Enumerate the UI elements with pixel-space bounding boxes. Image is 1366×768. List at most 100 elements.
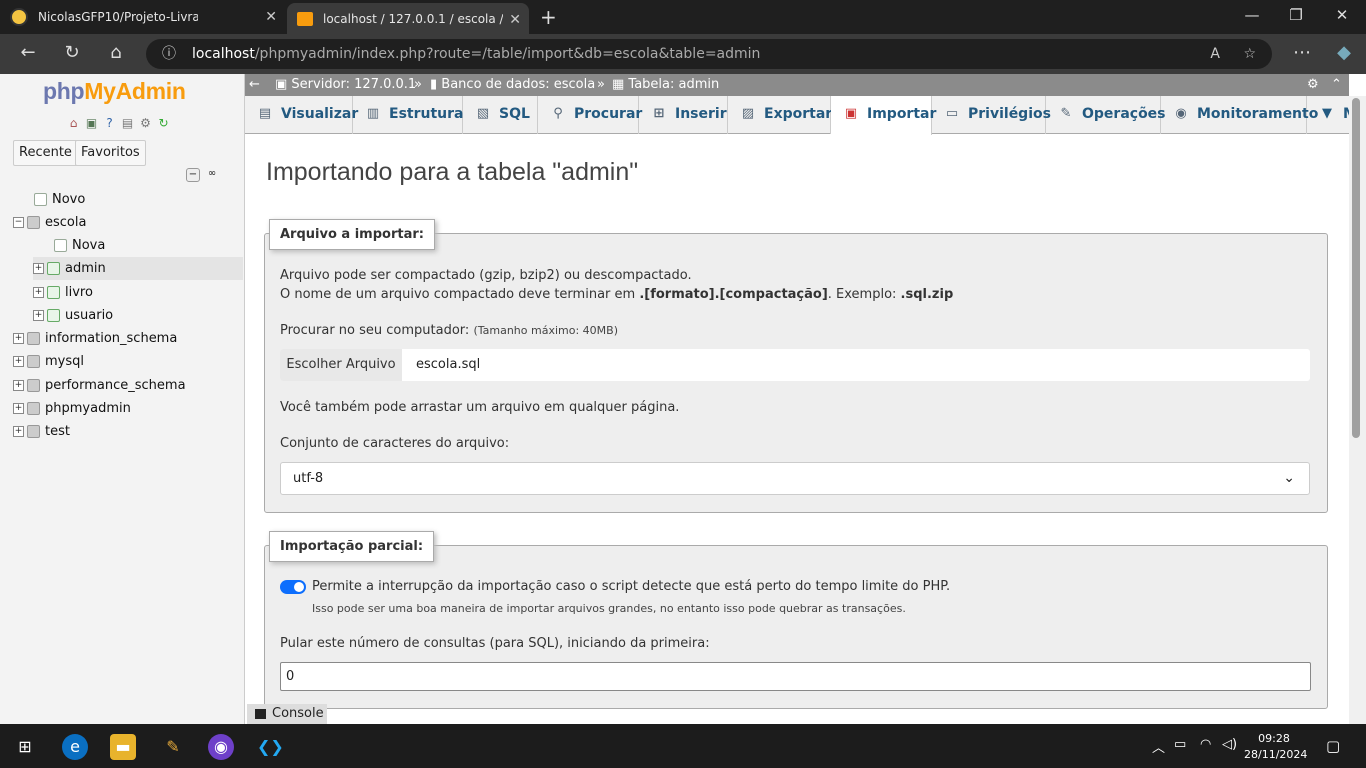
site-info-icon[interactable]: ⓘ <box>162 39 176 69</box>
volume-icon[interactable]: ◁) <box>1222 737 1237 752</box>
database-icon <box>27 355 40 368</box>
more-menu-icon[interactable]: ⋯ <box>1288 42 1316 63</box>
favorite-star-icon[interactable]: ☆ <box>1243 39 1256 69</box>
tab-export[interactable]: ▨ Exportar <box>728 96 832 134</box>
table-icon <box>47 286 60 299</box>
recent-button[interactable]: Recente <box>13 140 78 166</box>
tree-item-usuario[interactable]: + usuario <box>33 304 113 327</box>
tree-item-phpmyadmin[interactable]: + phpmyadmin <box>13 397 131 420</box>
charset-label: Conjunto de caracteres do arquivo: <box>280 436 510 451</box>
docs-icon[interactable]: ▤ <box>120 116 135 130</box>
database-icon <box>27 402 40 415</box>
windows-start-icon[interactable]: ⊞ <box>12 734 38 760</box>
tree-item-new[interactable]: Novo <box>34 188 85 211</box>
browser-tab-github[interactable]: NicolasGFP10/Projeto-Livraria-E-A ✕ <box>0 0 285 34</box>
close-window-icon[interactable]: ✕ <box>1322 6 1362 24</box>
browser-tab-phpmyadmin[interactable]: localhost / 127.0.0.1 / escola / adm ✕ <box>287 3 529 34</box>
expand-icon[interactable]: + <box>33 310 44 321</box>
expand-icon[interactable]: + <box>13 333 24 344</box>
allow-interrupt-toggle[interactable] <box>280 580 306 594</box>
tree-item-escola[interactable]: − escola <box>13 211 86 234</box>
collapse-top-icon[interactable]: ⌃ <box>1331 74 1342 96</box>
minimize-icon[interactable]: — <box>1232 6 1272 24</box>
tree-item-livro[interactable]: + livro <box>33 281 93 304</box>
tree-item-information-schema[interactable]: + information_schema <box>13 327 177 350</box>
file-explorer-icon[interactable]: ▬ <box>110 734 136 760</box>
expand-icon[interactable]: + <box>33 287 44 298</box>
battery-icon[interactable]: ▭ <box>1174 737 1186 752</box>
wifi-icon[interactable]: ◠ <box>1200 737 1211 752</box>
taskbar-clock[interactable]: 09:28 28/11/2024 <box>1244 731 1307 763</box>
expand-icon[interactable]: + <box>13 403 24 414</box>
notifications-icon[interactable]: ▢ <box>1326 737 1340 755</box>
new-tab-icon[interactable]: + <box>530 0 560 34</box>
choose-file-button[interactable]: Escolher Arquivo <box>280 349 402 381</box>
expand-icon[interactable]: + <box>13 380 24 391</box>
skip-queries-label: Pular este número de consultas (para SQL… <box>280 636 710 651</box>
tab-privileges[interactable]: ▭ Privilégios <box>932 96 1051 134</box>
home-icon[interactable]: ⌂ <box>66 116 81 130</box>
vscode-icon[interactable]: ❮❯ <box>257 734 284 760</box>
show-hidden-icons[interactable]: ︿ <box>1152 737 1165 756</box>
console-icon <box>255 708 266 719</box>
favorites-button[interactable]: Favoritos <box>75 140 146 166</box>
settings-icon[interactable]: ⚙ <box>1307 74 1319 96</box>
read-aloud-icon[interactable]: A <box>1210 39 1220 69</box>
logout-icon[interactable]: ▣ <box>84 116 99 130</box>
tab-tracking[interactable]: ◉ Monitoramento <box>1161 96 1318 134</box>
refresh-icon[interactable]: ↻ <box>156 116 171 130</box>
edge-icon[interactable]: e <box>62 734 88 760</box>
skip-queries-input[interactable]: 0 <box>280 662 1311 691</box>
collapse-icon[interactable]: − <box>13 217 24 228</box>
browse-label: Procurar no seu computador: (Tamanho máx… <box>280 323 618 338</box>
settings-icon[interactable]: ⚙ <box>138 116 153 130</box>
tab-insert[interactable]: ⊞ Inserir <box>639 96 728 134</box>
tab-sql[interactable]: ▧ SQL <box>463 96 538 134</box>
breadcrumb-server[interactable]: ▣ Servidor: 127.0.0.1 <box>275 74 416 96</box>
link-icon[interactable]: ∞ <box>205 168 219 182</box>
breadcrumb-database[interactable]: ▮ Banco de dados: escola <box>430 74 595 96</box>
reload-icon[interactable]: ↻ <box>58 42 86 63</box>
sql-icon: ▧ <box>476 106 490 121</box>
navigation-panel: phpMyAdmin ⌂ ▣ ? ▤ ⚙ ↻ Recente Favoritos… <box>0 74 245 724</box>
expand-icon[interactable]: + <box>13 356 24 367</box>
browser-tab-bar: NicolasGFP10/Projeto-Livraria-E-A ✕ loca… <box>0 0 1366 34</box>
tab-browse[interactable]: ▤ Visualizar <box>245 96 358 134</box>
allow-interrupt-label[interactable]: Permite a interrupção da importação caso… <box>312 579 950 594</box>
tab-structure[interactable]: ▥ Estrutura <box>353 96 463 134</box>
expand-icon[interactable]: + <box>13 426 24 437</box>
home-icon[interactable]: ⌂ <box>102 42 130 63</box>
expand-icon[interactable]: + <box>33 263 44 274</box>
tree-item-test[interactable]: + test <box>13 420 70 443</box>
tree-item-new-table[interactable]: Nova <box>54 234 105 257</box>
console-toggle[interactable]: Console <box>247 704 327 724</box>
charset-select[interactable]: utf-8 ⌄ <box>280 462 1310 495</box>
github-desktop-icon[interactable]: ◉ <box>208 734 234 760</box>
address-bar[interactable]: ⓘ localhost/phpmyadmin/index.php?route=/… <box>146 39 1272 69</box>
scrollbar-thumb[interactable] <box>1352 98 1360 438</box>
paint-icon[interactable]: ✎ <box>160 734 186 760</box>
database-icon <box>27 332 40 345</box>
table-icon <box>47 309 60 322</box>
breadcrumb: ← ▣ Servidor: 127.0.0.1 » ▮ Banco de dad… <box>245 74 1349 96</box>
more-icon: ▼ <box>1322 106 1332 121</box>
help-icon[interactable]: ? <box>102 116 117 130</box>
tree-item-performance-schema[interactable]: + performance_schema <box>13 374 186 397</box>
back-icon[interactable]: ← <box>14 42 42 63</box>
tab-more[interactable]: ▼M <box>1307 96 1357 134</box>
partial-import-legend: Importação parcial: <box>269 531 435 562</box>
tab-search[interactable]: ⚲ Procurar <box>538 96 642 134</box>
tree-item-mysql[interactable]: + mysql <box>13 350 84 373</box>
phpmyadmin-logo[interactable]: phpMyAdmin <box>43 78 186 105</box>
tab-import[interactable]: ▣ Importar <box>831 96 936 135</box>
tree-item-admin[interactable]: + admin <box>33 257 243 280</box>
collapse-all-icon[interactable]: − <box>186 168 200 182</box>
close-tab-icon[interactable]: ✕ <box>509 12 521 28</box>
tab-operations[interactable]: ✎ Operações <box>1046 96 1166 134</box>
close-tab-icon[interactable]: ✕ <box>265 9 277 25</box>
restore-icon[interactable]: ❐ <box>1276 6 1316 24</box>
database-icon <box>27 379 40 392</box>
collapse-nav-icon[interactable]: ← <box>249 74 260 96</box>
copilot-icon[interactable]: ◆ <box>1330 42 1358 63</box>
breadcrumb-table[interactable]: ▦ Tabela: admin <box>612 74 719 96</box>
